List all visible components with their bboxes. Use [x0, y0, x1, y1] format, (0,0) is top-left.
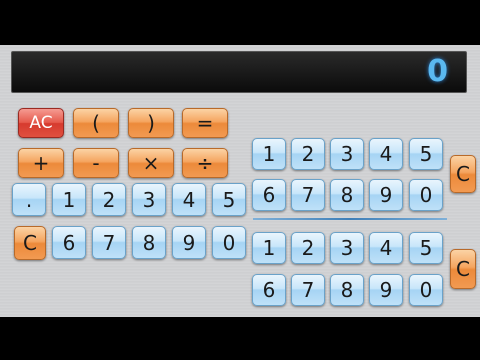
bottom-digit-1-button[interactable]: 1 [252, 232, 286, 264]
bottom-digit-7-button[interactable]: 7 [291, 274, 325, 306]
top-digit-2-button[interactable]: 2 [291, 138, 325, 170]
bottom-clear-button[interactable]: C [450, 249, 476, 289]
digit-4-button[interactable]: 4 [172, 183, 206, 216]
top-digit-4-button[interactable]: 4 [369, 138, 403, 170]
bottom-digit-8-button[interactable]: 8 [330, 274, 364, 306]
display-value: 0 [427, 54, 448, 89]
top-digit-8-button[interactable]: 8 [330, 179, 364, 211]
digit-8-button[interactable]: 8 [132, 226, 166, 259]
bottom-digit-0-button[interactable]: 0 [409, 274, 443, 306]
top-digit-3-button[interactable]: 3 [330, 138, 364, 170]
multiply-button[interactable]: × [128, 148, 174, 178]
clear-button[interactable]: C [14, 226, 46, 260]
digit-5-button[interactable]: 5 [212, 183, 246, 216]
digit-1-button[interactable]: 1 [52, 183, 86, 216]
divide-button[interactable]: ÷ [182, 148, 228, 178]
all-clear-button[interactable]: AC [18, 108, 64, 138]
bottom-digit-6-button[interactable]: 6 [252, 274, 286, 306]
digit-9-button[interactable]: 9 [172, 226, 206, 259]
minus-button[interactable]: - [73, 148, 119, 178]
top-clear-button[interactable]: C [450, 155, 476, 193]
bottom-digit-9-button[interactable]: 9 [369, 274, 403, 306]
digit-3-button[interactable]: 3 [132, 183, 166, 216]
equals-button[interactable]: = [182, 108, 228, 138]
bottom-digit-3-button[interactable]: 3 [330, 232, 364, 264]
top-digit-7-button[interactable]: 7 [291, 179, 325, 211]
digit-0-button[interactable]: 0 [212, 226, 246, 259]
calculator-panel: 0 AC ( ) = + - × ÷ . 1 2 3 4 5 C 6 7 8 9… [0, 45, 480, 317]
top-digit-0-button[interactable]: 0 [409, 179, 443, 211]
top-digit-6-button[interactable]: 6 [252, 179, 286, 211]
bottom-digit-4-button[interactable]: 4 [369, 232, 403, 264]
top-digit-9-button[interactable]: 9 [369, 179, 403, 211]
close-paren-button[interactable]: ) [128, 108, 174, 138]
top-digit-5-button[interactable]: 5 [409, 138, 443, 170]
digit-2-button[interactable]: 2 [92, 183, 126, 216]
top-digit-1-button[interactable]: 1 [252, 138, 286, 170]
digit-7-button[interactable]: 7 [92, 226, 126, 259]
plus-button[interactable]: + [18, 148, 64, 178]
digit-6-button[interactable]: 6 [52, 226, 86, 259]
open-paren-button[interactable]: ( [73, 108, 119, 138]
keypad-divider [253, 218, 447, 220]
bottom-digit-5-button[interactable]: 5 [409, 232, 443, 264]
decimal-button[interactable]: . [12, 183, 46, 216]
display-screen: 0 [11, 51, 467, 93]
bottom-digit-2-button[interactable]: 2 [291, 232, 325, 264]
